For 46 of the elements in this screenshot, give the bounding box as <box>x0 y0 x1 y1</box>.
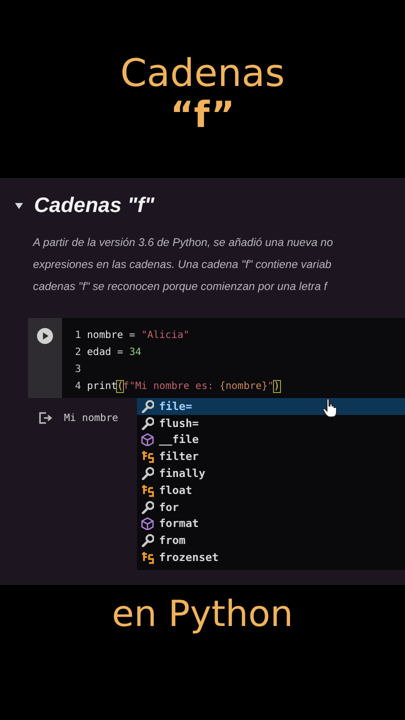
wrench-icon <box>141 467 154 480</box>
suggestion-item[interactable]: file= <box>137 398 405 415</box>
paragraph-line: cadenas "f" se reconocen porque comienzan por una letra f <box>33 280 329 295</box>
code-token: 34 <box>129 347 142 358</box>
suggestion-item[interactable]: flush= <box>137 414 405 432</box>
line-number: 1 <box>75 330 82 341</box>
wrench-icon <box>141 400 154 413</box>
code-token: " <box>268 381 274 392</box>
collapse-caret-icon[interactable] <box>14 202 24 210</box>
function-icon <box>141 450 154 464</box>
video-title: “f” <box>170 96 235 136</box>
video-caption: en Python <box>112 593 294 637</box>
code-token: edad = <box>87 347 124 358</box>
cube-icon <box>141 433 154 446</box>
wrench-icon <box>141 416 154 430</box>
paragraph-line: A partir de la versión 3.6 de Python, se añadió una nueva no <box>33 236 334 251</box>
output-icon <box>38 411 52 425</box>
suggestion-item[interactable]: __file <box>137 432 405 448</box>
line-number: 4 <box>75 381 82 392</box>
suggestion-item[interactable]: for <box>137 498 405 516</box>
code-token: nombre = <box>87 330 136 341</box>
section-heading: Cadenas "f" <box>34 194 154 218</box>
code-token: "Alicia" <box>141 330 190 341</box>
line-number: 2 <box>75 347 82 358</box>
output-text: Mi nombre <box>64 412 118 424</box>
play-button-icon[interactable] <box>37 328 53 344</box>
wrench-icon <box>141 534 154 548</box>
suggestion-item[interactable]: frozenset <box>137 549 405 566</box>
video-title: Cadenas <box>120 50 285 96</box>
line-number: 3 <box>75 364 82 375</box>
suggestion-item[interactable]: finally <box>137 465 405 482</box>
cube-icon <box>141 517 154 530</box>
suggestion-item[interactable]: filter <box>137 448 405 466</box>
suggestion-item[interactable]: from <box>137 532 405 550</box>
paragraph-line: expresiones en las cadenas. Una cadena "f" contiene variab <box>33 258 332 273</box>
function-icon <box>141 484 154 497</box>
code-token: {nombre} <box>220 381 268 392</box>
matched-bracket: ( <box>117 381 124 392</box>
suggestion-item[interactable]: format <box>137 516 405 532</box>
wrench-icon <box>141 500 154 514</box>
function-icon <box>141 551 154 564</box>
code-token: print <box>87 381 118 392</box>
suggestion-item[interactable]: float <box>137 482 405 499</box>
hand-cursor-icon <box>322 398 338 418</box>
matched-bracket: ) <box>274 381 280 392</box>
code-token: f"Mi nombre es: <box>123 381 214 392</box>
